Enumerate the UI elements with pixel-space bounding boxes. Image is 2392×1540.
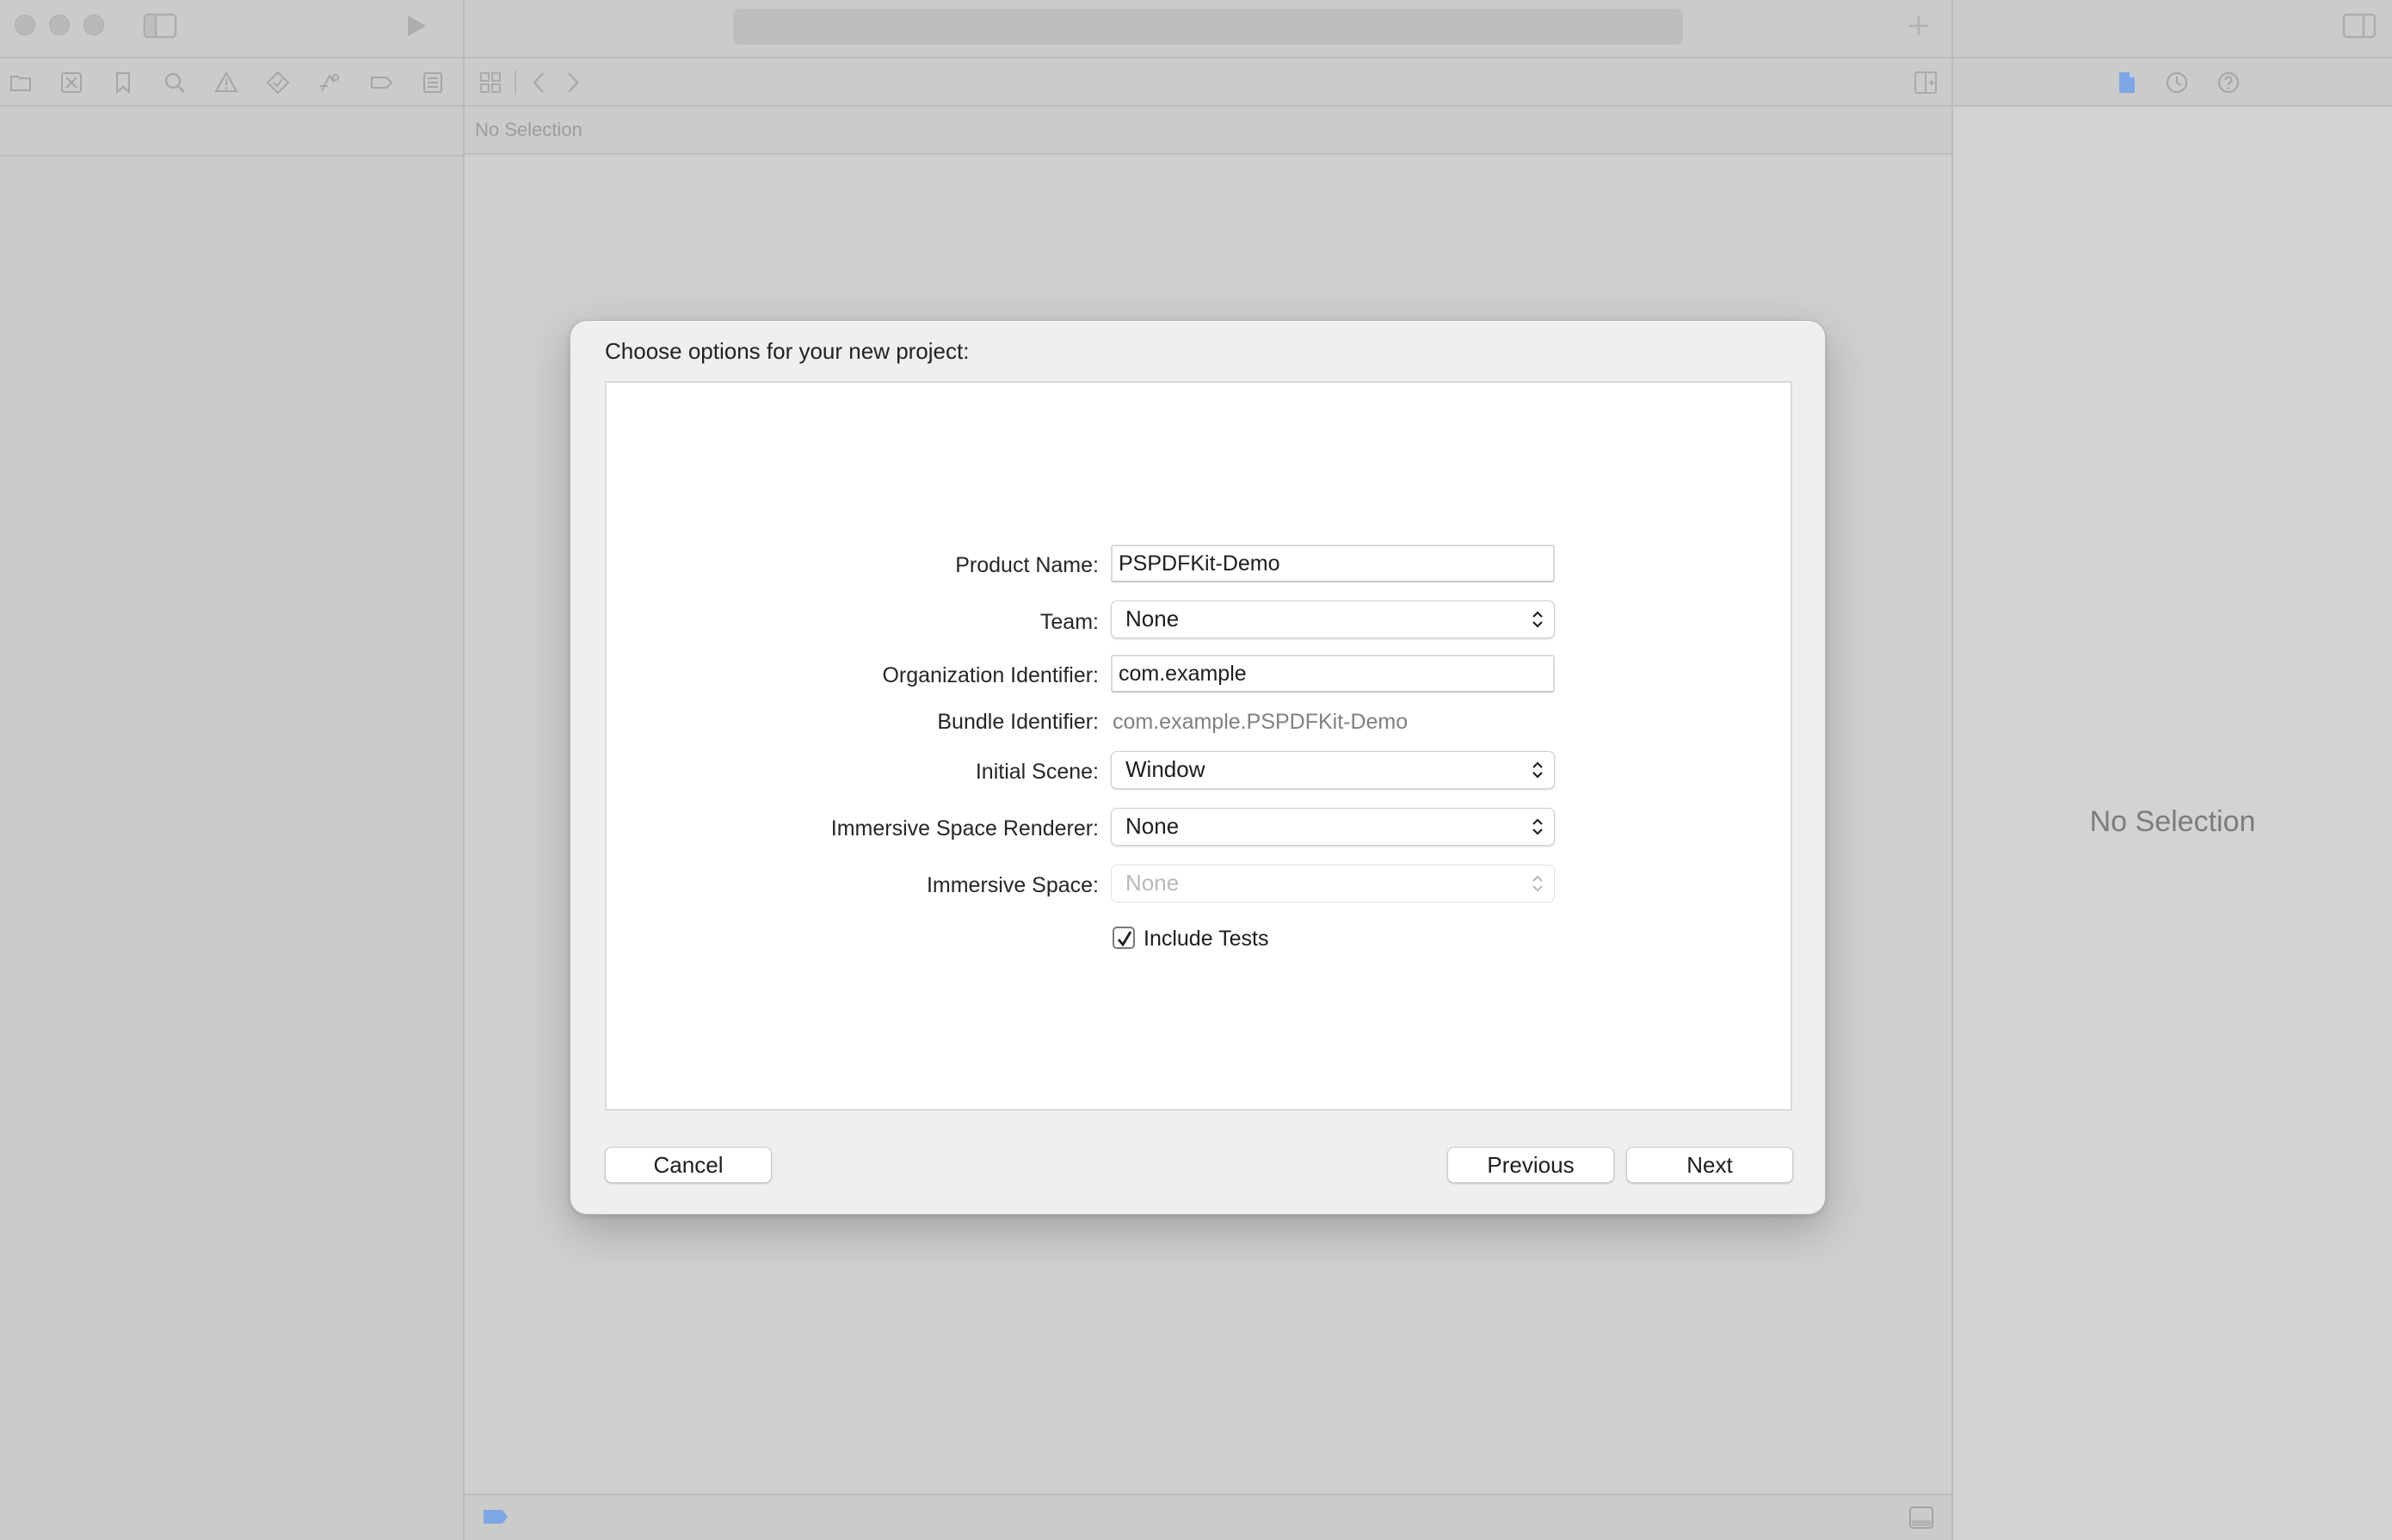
breakpoint-icon[interactable] — [369, 71, 393, 95]
help-icon[interactable] — [2216, 71, 2241, 95]
initial-scene-label: Initial Scene: — [975, 760, 1099, 784]
zoom-window-button[interactable] — [83, 15, 104, 35]
bundle-identifier-value: com.example.PSPDFKit-Demo — [1113, 710, 1409, 734]
folder-icon[interactable] — [9, 71, 33, 95]
team-value: None — [1125, 606, 1180, 631]
organization-identifier-label: Organization Identifier: — [882, 663, 1099, 687]
file-icon[interactable] — [2115, 71, 2139, 95]
immersive-space-value: None — [1125, 870, 1180, 896]
debug-area-icon[interactable] — [1908, 1506, 1934, 1530]
inspector-tab-bar — [1953, 59, 2392, 107]
organization-identifier-field[interactable]: com.example — [1111, 655, 1555, 693]
bundle-identifier-label: Bundle Identifier: — [937, 710, 1099, 734]
filter-icon[interactable] — [482, 1507, 509, 1526]
team-label: Team: — [1039, 610, 1099, 634]
include-tests-checkbox[interactable] — [1113, 927, 1135, 949]
window-titlebar — [0, 0, 2392, 59]
previous-button[interactable]: Previous — [1447, 1147, 1614, 1183]
grid-icon[interactable] — [478, 71, 502, 95]
initial-scene-value: Window — [1125, 756, 1205, 782]
run-icon[interactable] — [403, 13, 428, 39]
minimize-window-button[interactable] — [49, 15, 70, 35]
source-control-icon[interactable] — [59, 71, 83, 95]
search-icon[interactable] — [163, 71, 187, 95]
navigator-divider — [0, 155, 463, 157]
chevron-up-down-icon — [1532, 875, 1543, 892]
cancel-button[interactable]: Cancel — [605, 1147, 772, 1183]
chevron-up-down-icon — [1532, 761, 1543, 779]
report-icon[interactable] — [421, 71, 445, 95]
product-name-label: Product Name: — [955, 553, 1099, 577]
chevron-up-down-icon — [1532, 818, 1543, 835]
inspector-toggle-icon[interactable] — [2342, 13, 2377, 39]
editor-toolbar — [465, 59, 1951, 107]
dialog-title: Choose options for your new project: — [605, 338, 970, 364]
inspector-empty-label: No Selection — [2089, 805, 2256, 838]
immersive-space-renderer-popup[interactable]: None — [1111, 808, 1555, 846]
project-navigator — [0, 107, 463, 1540]
warning-icon[interactable] — [214, 71, 238, 95]
inspector-panel: No Selection — [1953, 59, 2392, 1540]
chevron-up-down-icon — [1532, 611, 1543, 628]
jump-bar-label: No Selection — [475, 119, 583, 140]
test-icon[interactable] — [266, 71, 290, 95]
immersive-space-popup: None — [1111, 865, 1555, 902]
immersive-space-renderer-label: Immersive Space Renderer: — [830, 816, 1099, 841]
immersive-space-label: Immersive Space: — [926, 873, 1099, 897]
navigator-tab-bar — [0, 59, 463, 107]
initial-scene-popup[interactable]: Window — [1111, 751, 1555, 789]
debug-bar — [465, 1494, 1951, 1540]
forward-icon[interactable] — [564, 71, 582, 95]
debug-icon[interactable] — [317, 71, 342, 95]
team-popup[interactable]: None — [1111, 601, 1555, 638]
new-project-options-dialog: Choose options for your new project: Pro… — [570, 320, 1826, 1215]
options-form: Product Name: PSPDFKit-Demo Team: None O… — [605, 381, 1792, 1111]
add-editor-icon[interactable] — [1914, 71, 1938, 95]
back-icon[interactable] — [530, 71, 547, 95]
bookmark-icon[interactable] — [111, 71, 135, 95]
sidebar-toggle-icon[interactable] — [143, 13, 177, 39]
close-window-button[interactable] — [15, 15, 35, 35]
product-name-field[interactable]: PSPDFKit-Demo — [1111, 545, 1555, 582]
activity-viewer — [733, 9, 1683, 45]
toolbar-separator — [515, 71, 516, 95]
history-icon[interactable] — [2165, 71, 2189, 95]
checkmark-icon — [1117, 931, 1132, 947]
jump-bar: No Selection — [465, 107, 1951, 155]
include-tests-label[interactable]: Include Tests — [1144, 927, 1268, 952]
next-button[interactable]: Next — [1626, 1147, 1793, 1183]
immersive-space-renderer-value: None — [1125, 813, 1180, 839]
add-icon[interactable] — [1907, 14, 1931, 38]
